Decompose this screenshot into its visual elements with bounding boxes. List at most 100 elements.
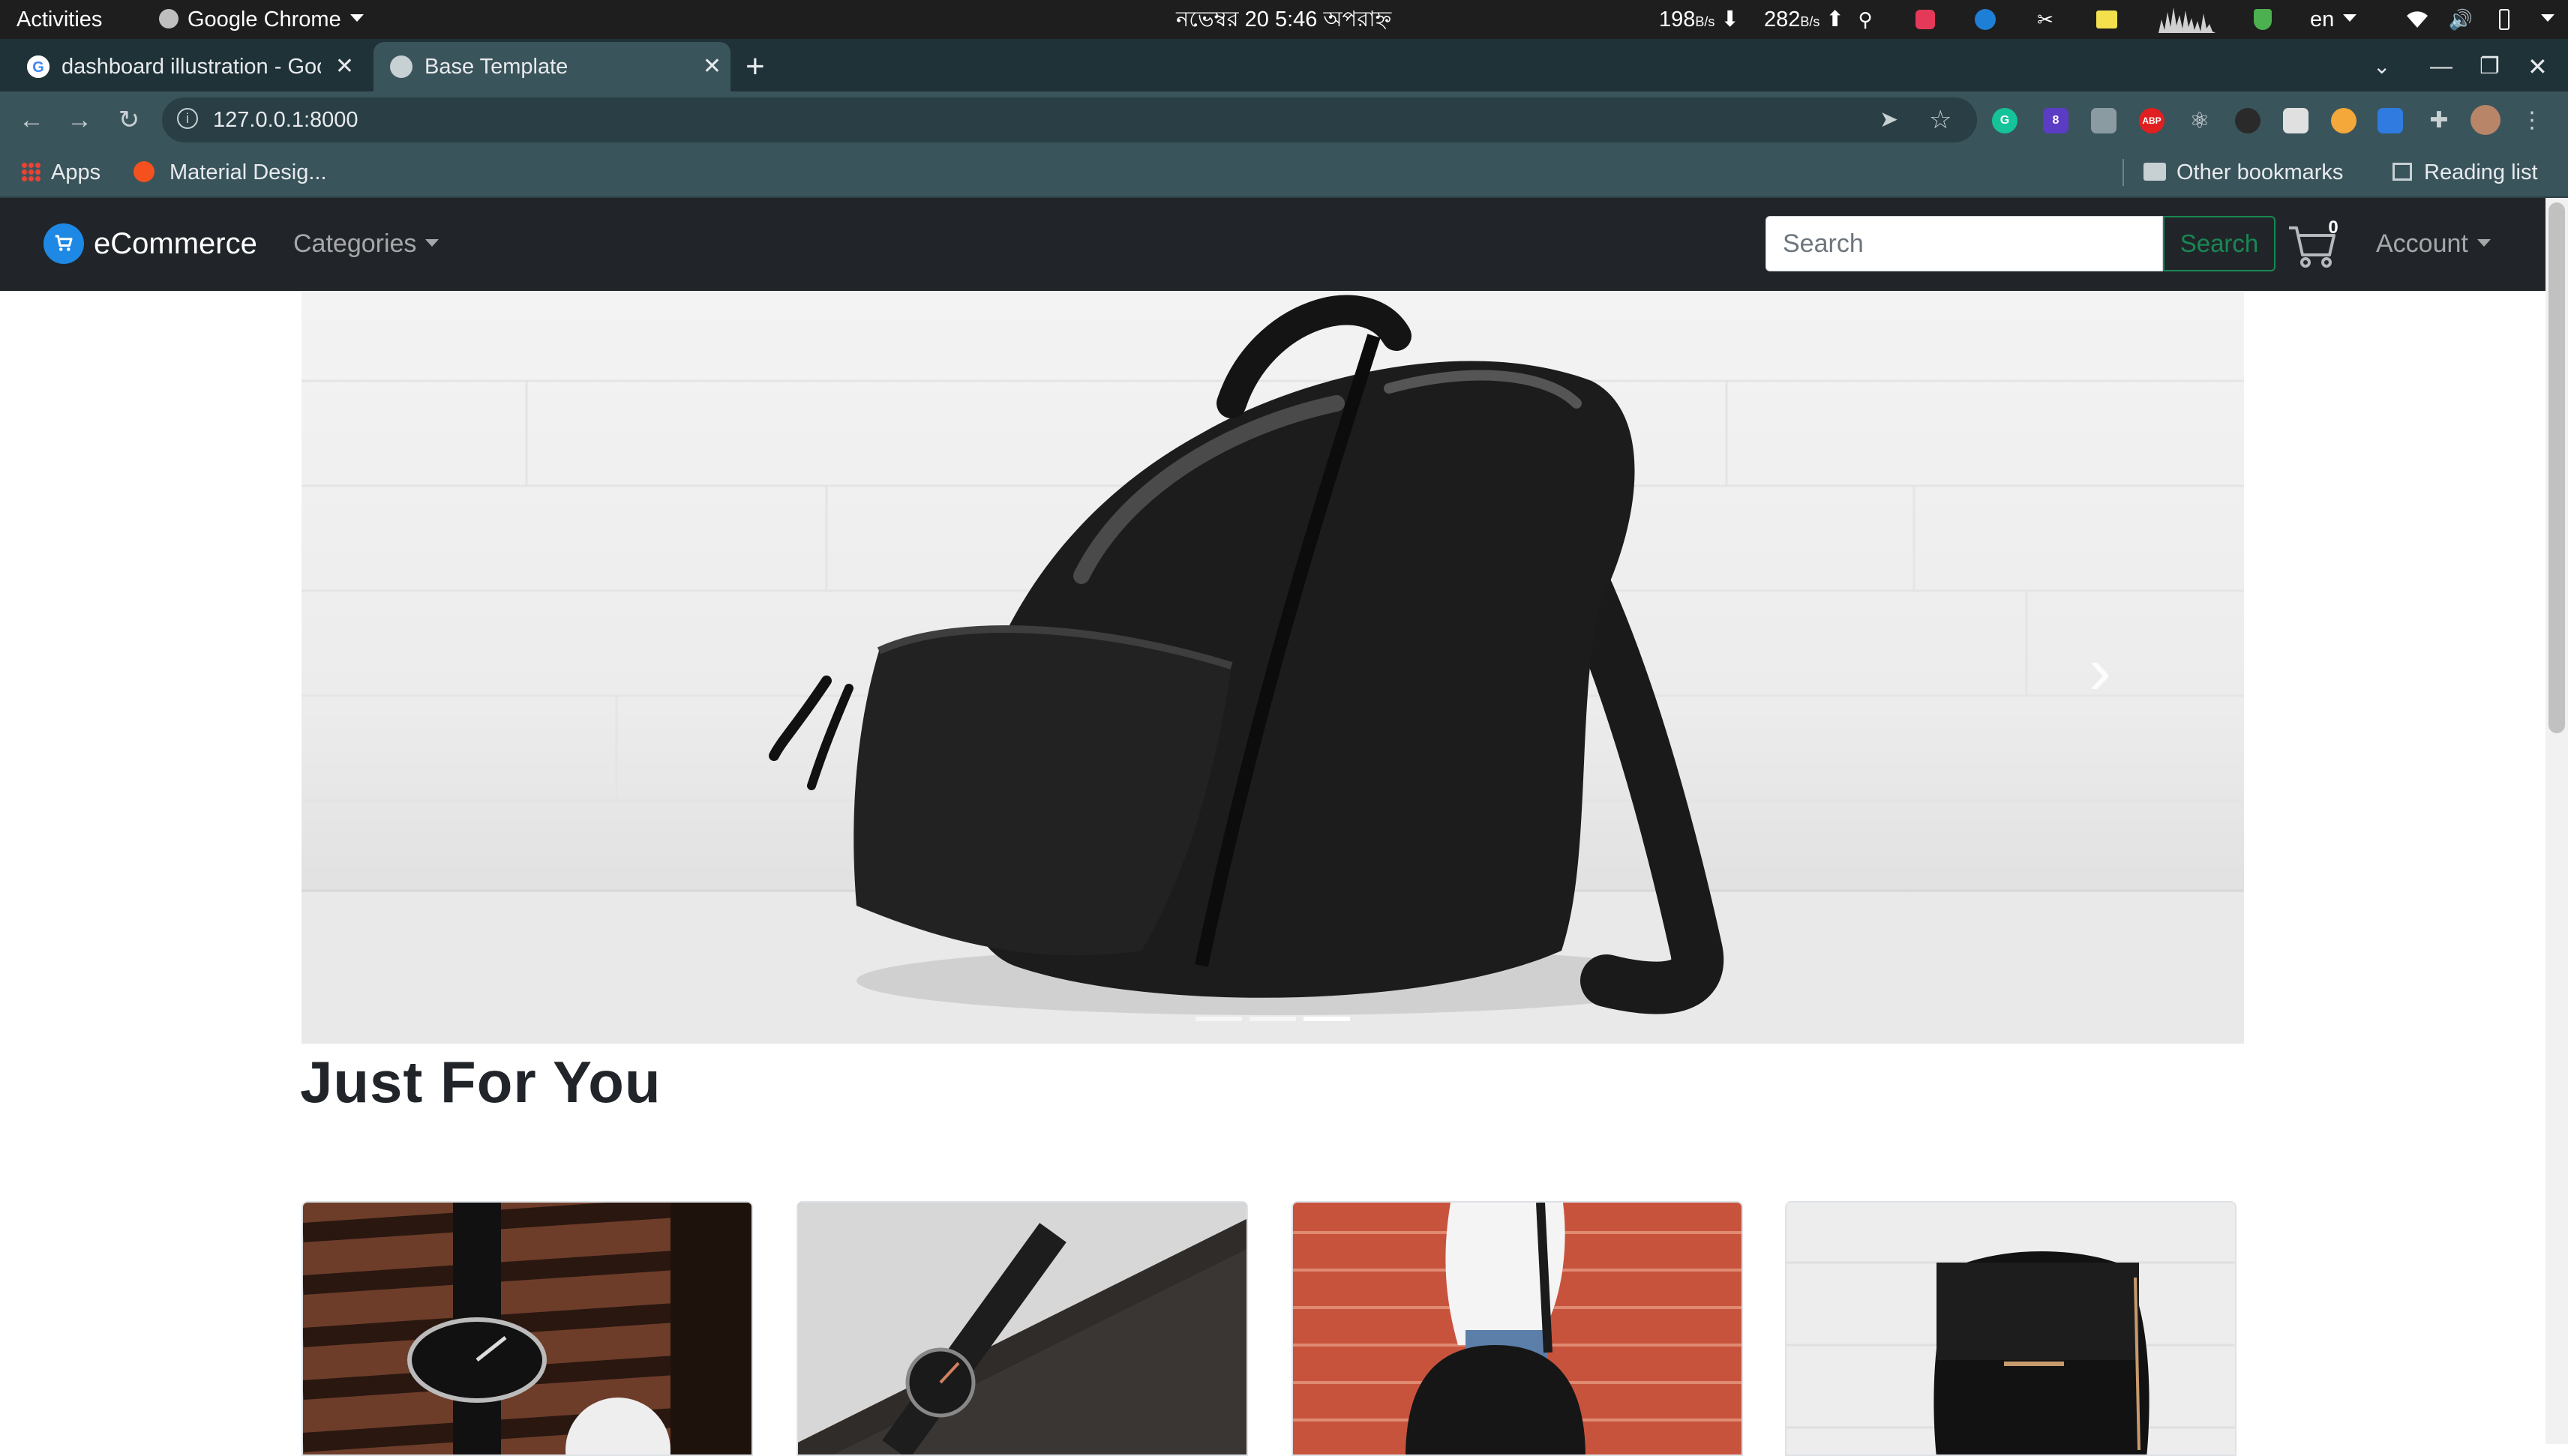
search-button[interactable]: Search [2163, 216, 2276, 271]
activities-button[interactable]: Activities [16, 0, 102, 39]
wifi-icon[interactable] [2404, 7, 2430, 32]
bookmark-label: Material Desig... [170, 160, 327, 184]
reading-list[interactable]: Reading list [2392, 148, 2538, 196]
other-bookmarks-label: Other bookmarks [2176, 160, 2344, 184]
app-menu[interactable]: Google Chrome [159, 0, 364, 39]
close-icon[interactable]: ✕ [335, 42, 354, 91]
product-image-watch-wood [303, 1203, 752, 1455]
tab-search-icon[interactable]: ⌄ [2373, 42, 2390, 91]
categories-dropdown[interactable]: Categories [293, 219, 440, 268]
connection-icon[interactable]: ⚲ [1852, 7, 1878, 32]
restore-button[interactable]: ❐ [2480, 42, 2500, 91]
bookmark-apps[interactable]: Apps [21, 148, 100, 196]
language-label: en [2310, 7, 2335, 31]
brand-name[interactable]: eCommerce [94, 219, 257, 268]
close-icon[interactable]: ✕ [703, 42, 722, 91]
product-card[interactable] [796, 1201, 1248, 1456]
cart-logo-icon[interactable] [44, 223, 84, 264]
forward-icon[interactable]: → [63, 103, 96, 136]
address-bar[interactable]: i 127.0.0.1:8000 ➤ ☆ [162, 97, 1977, 142]
app-menu-label: Google Chrome [188, 7, 341, 31]
bookmark-label: Apps [51, 160, 101, 184]
cart-count-badge: 0 [2328, 217, 2338, 238]
categories-label: Categories [293, 229, 417, 258]
clock[interactable]: নভেম্বর 20 5:46 অপরাহ্ন [1176, 0, 1391, 39]
reload-icon[interactable]: ↻ [112, 103, 146, 136]
chevron-down-icon [425, 239, 440, 247]
chevron-down-icon [2343, 14, 2357, 22]
material-design-icon [134, 161, 154, 183]
carousel-indicator-1[interactable] [1196, 1017, 1242, 1021]
product-card[interactable] [302, 1201, 753, 1456]
hero-carousel[interactable] [302, 291, 2244, 1044]
extension-icon[interactable] [2331, 108, 2356, 133]
system-top-bar: Activities Google Chrome নভেম্বর 20 5:46… [0, 0, 2568, 39]
system-menu[interactable] [2532, 0, 2554, 39]
product-image-watch-marble [798, 1203, 1246, 1455]
extension-icon[interactable] [2283, 108, 2308, 133]
adblock-icon[interactable]: ABP [2139, 108, 2164, 133]
folder-icon [2144, 163, 2166, 181]
bookmark-divider [2122, 159, 2124, 186]
extension-icon[interactable] [2091, 108, 2116, 133]
tab-google-search[interactable]: G dashboard illustration - Google Search… [10, 42, 363, 91]
account-label: Account [2376, 229, 2468, 258]
language-indicator[interactable]: en [2310, 0, 2357, 39]
chrome-icon [159, 9, 178, 29]
reading-list-icon [2392, 163, 2412, 181]
grammarly-icon[interactable]: G [1992, 108, 2018, 133]
net-download-value: 198B/s ⬇ [1659, 0, 1739, 39]
url-text[interactable]: 127.0.0.1:8000 [213, 97, 358, 142]
system-monitor-icon[interactable] [2157, 7, 2217, 33]
back-icon[interactable]: ← [15, 103, 48, 136]
puzzle-icon[interactable]: ✚ [2422, 103, 2456, 136]
tray-app-icon[interactable] [1912, 7, 1938, 32]
profile-avatar[interactable] [2470, 105, 2500, 135]
globe-icon [390, 55, 412, 78]
translate-icon[interactable] [2378, 108, 2403, 133]
account-dropdown[interactable]: Account [2376, 219, 2491, 268]
send-icon[interactable]: ➤ [1880, 97, 1898, 142]
shield-icon[interactable] [2250, 7, 2276, 32]
notes-icon[interactable] [2094, 7, 2120, 32]
teamviewer-icon[interactable] [1972, 7, 1998, 32]
carousel-next-icon[interactable]: › [2070, 630, 2130, 712]
net-down-number: 198 [1659, 7, 1696, 31]
minimize-button[interactable]: — [2430, 42, 2452, 91]
carousel-indicator-2[interactable] [1250, 1017, 1296, 1021]
chevron-down-icon [2476, 239, 2491, 247]
net-up-number: 282 [1764, 7, 1801, 31]
tab-base-template[interactable]: Base Template ✕ [374, 42, 730, 91]
react-devtools-icon[interactable]: ⚛ [2187, 108, 2212, 133]
info-icon[interactable]: i [177, 108, 198, 129]
volume-icon[interactable]: 🔊 [2448, 7, 2474, 32]
svg-text:G: G [32, 59, 44, 76]
extension-badge-icon[interactable]: 8 [2043, 108, 2068, 133]
grammarly-label: G [2000, 114, 2010, 127]
search-input[interactable] [1766, 216, 2163, 271]
arrow-down-icon: ⬇ [1720, 7, 1739, 31]
chevron-down-icon [350, 14, 364, 22]
battery-icon[interactable] [2492, 7, 2517, 32]
extension-icon[interactable] [2235, 108, 2260, 133]
section-title: Just For You [300, 1049, 662, 1115]
apps-grid-icon [21, 162, 40, 182]
other-bookmarks[interactable]: Other bookmarks [2144, 148, 2343, 196]
product-card[interactable] [1292, 1201, 1743, 1456]
scrollbar-thumb[interactable] [2548, 202, 2565, 733]
close-window-button[interactable]: ✕ [2528, 42, 2548, 91]
chevron-down-icon [2541, 14, 2554, 22]
google-icon: G [27, 55, 50, 78]
arrow-up-icon: ⬆ [1826, 7, 1844, 31]
bookmark-material-design[interactable]: Material Desig... [134, 148, 327, 196]
scissors-icon[interactable]: ✂ [2032, 7, 2058, 32]
menu-dots-icon[interactable]: ⋮ [2516, 103, 2548, 136]
net-upload-value: 282B/s ⬆ [1764, 0, 1844, 39]
carousel-indicator-3[interactable] [1304, 1017, 1350, 1021]
adblock-label: ABP [2142, 115, 2162, 126]
extension-badge-count: 8 [2052, 114, 2060, 127]
tab-title: Base Template [424, 55, 568, 79]
product-card[interactable] [1785, 1201, 2236, 1456]
new-tab-button[interactable]: + [746, 42, 765, 91]
star-icon[interactable]: ☆ [1929, 97, 1952, 142]
